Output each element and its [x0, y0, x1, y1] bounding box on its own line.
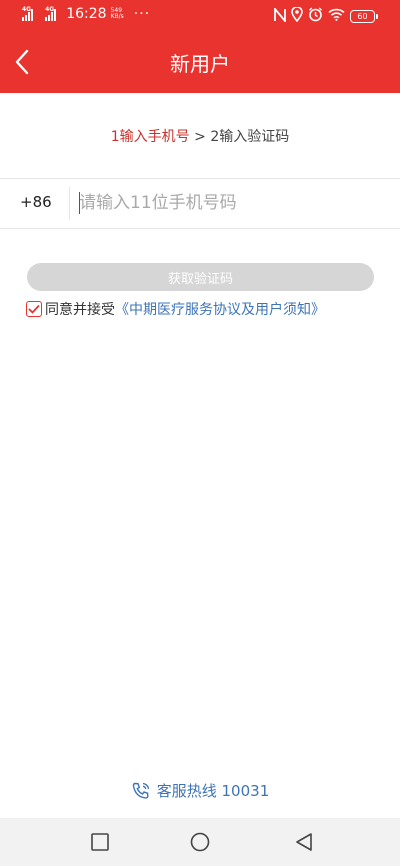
customer-service-hotline[interactable]: 客服热线 10031 [0, 780, 400, 801]
square-icon [91, 833, 109, 851]
system-back-button[interactable] [292, 830, 316, 854]
page-title: 新用户 [170, 52, 230, 76]
vertical-divider [69, 187, 70, 220]
wifi-icon [328, 8, 345, 25]
triangle-back-icon [296, 833, 312, 851]
step-2-label: 2输入验证码 [210, 129, 290, 145]
step-indicator: 1输入手机号 > 2输入验证码 [0, 126, 400, 146]
alarm-icon [308, 7, 323, 26]
agreement-row: 同意并接受 《中期医疗服务协议及用户须知》 [26, 299, 325, 319]
text-cursor [79, 192, 80, 214]
network-speed: 549 KB/s [110, 7, 124, 20]
country-code-selector[interactable]: +86 [20, 193, 52, 211]
phone-icon [132, 782, 149, 799]
agreement-prefix: 同意并接受 [45, 302, 115, 318]
more-notifications-icon: ··· [133, 6, 151, 22]
step-1-label: 1输入手机号 [110, 129, 190, 145]
agreement-link[interactable]: 《中期医疗服务协议及用户须知》 [115, 299, 325, 319]
circle-icon [190, 832, 210, 852]
agree-checkbox[interactable] [26, 301, 42, 317]
system-navigation-bar [0, 818, 400, 866]
signal-icon-2: 4G [45, 6, 57, 21]
hotline-label: 客服热线 10031 [156, 782, 270, 800]
nav-bar: 新用户 [0, 30, 400, 93]
get-verification-code-button[interactable]: 获取验证码 [27, 263, 374, 291]
nfc-icon [274, 6, 286, 26]
signal-icon-1: 4G [22, 6, 34, 21]
battery-icon: 60 [350, 10, 378, 23]
step-separator: > [189, 129, 211, 145]
phone-number-input[interactable] [79, 188, 379, 218]
phone-input-row: +86 [0, 179, 400, 228]
status-time: 16:28 [66, 6, 107, 22]
home-button[interactable] [188, 830, 212, 854]
checkmark-icon [28, 304, 40, 314]
location-icon [291, 6, 303, 26]
status-bar: 4G 4G 16:28 549 KB/s ··· 60 [0, 0, 400, 30]
recent-apps-button[interactable] [88, 830, 112, 854]
divider [0, 228, 400, 229]
